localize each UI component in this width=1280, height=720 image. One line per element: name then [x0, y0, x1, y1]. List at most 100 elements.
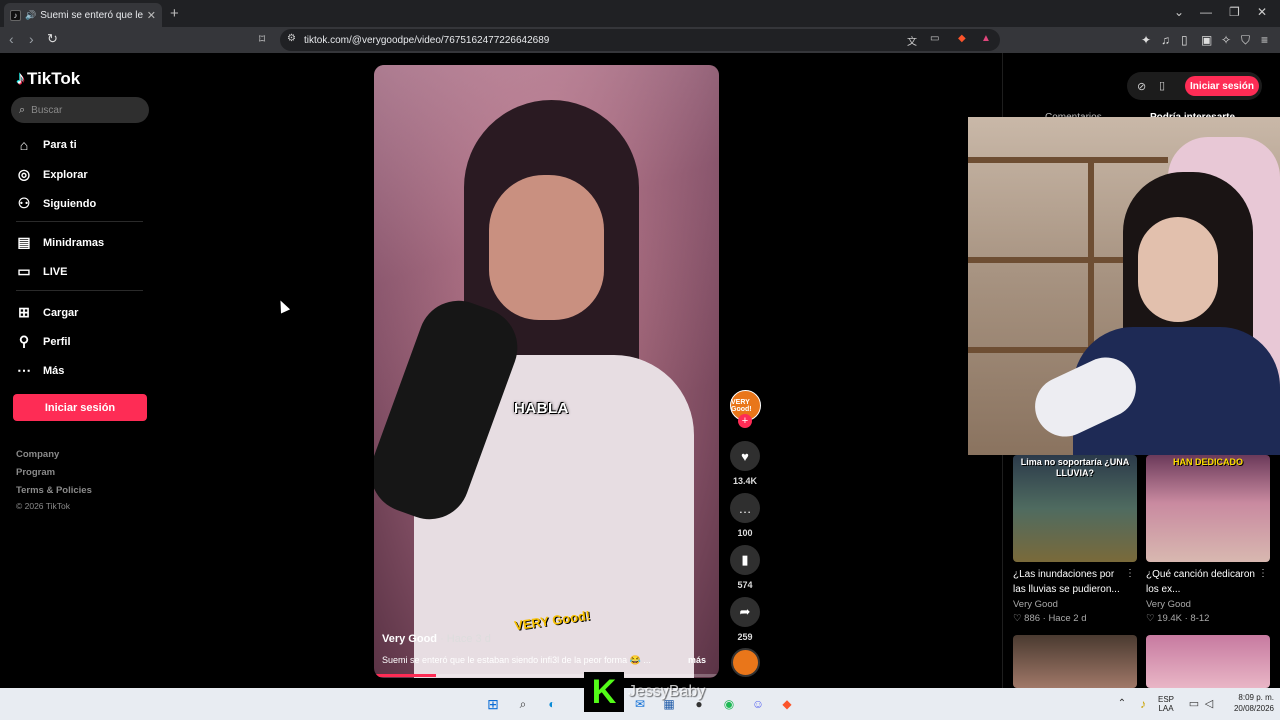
webcam-overlay [968, 117, 1280, 455]
speaker-icon[interactable]: 🔊 [25, 10, 36, 21]
streamer-name: JessyBaby [628, 683, 706, 700]
compass-icon: ◎ [17, 166, 31, 182]
footer-company-link[interactable]: Company [16, 449, 59, 460]
nav-perfil[interactable]: ⚲ Perfil [16, 333, 71, 350]
save-button[interactable]: ▮ 574 [729, 545, 761, 590]
search-icon: ⌕ [19, 103, 26, 116]
card-channel: Very Good [1146, 599, 1191, 610]
thumbnail-text: HAN DEDICADO [1172, 457, 1243, 467]
nav-label: LIVE [43, 265, 68, 278]
follow-plus-icon[interactable]: + [738, 414, 752, 428]
share-button[interactable]: ➦ 259 [729, 597, 761, 642]
share-icon: ➦ [730, 597, 760, 627]
nav-label: Explorar [43, 168, 88, 181]
bookmark-icon[interactable]: ⌑ [259, 32, 265, 46]
browser-toolbar: ‹ › ↻ ⌑ tiktok.com/@verygoodpe/video/767… [0, 27, 1280, 53]
nav-para-ti[interactable]: ⌂ Para ti [16, 137, 77, 153]
author-name: Very Good [382, 633, 438, 645]
edge-icon[interactable]: ◐ [544, 696, 560, 712]
share-count: 259 [737, 632, 753, 642]
nav-mas[interactable]: ⋯ Más [16, 362, 64, 379]
card-thumbnail: HAN DEDICADO [1146, 455, 1270, 562]
login-button[interactable]: Iniciar sesión [13, 394, 147, 421]
taskbar-search-icon[interactable]: ⌕ [515, 696, 531, 712]
comment-icon: … [730, 493, 760, 523]
tv-icon: ▭ [17, 263, 31, 279]
recommendation-card[interactable]: HAN DEDICADO ¿Qué canción dedicaron los … [1146, 455, 1270, 624]
video-player[interactable]: HABLA VERY Good! Very Good · Hace 3 d Su… [374, 65, 719, 678]
volume-icon[interactable]: ◁ [1201, 696, 1217, 712]
sidebar-icon[interactable]: ▯ [1181, 33, 1188, 47]
nav-live[interactable]: ▭ LIVE [16, 263, 67, 280]
nav-siguiendo[interactable]: ⚇ Siguiendo [16, 195, 96, 212]
site-settings-icon[interactable]: ⚙ [287, 33, 296, 44]
video-author[interactable]: Very Good · Hace 3 d [382, 633, 491, 645]
leo-icon[interactable]: ✧ [1221, 33, 1231, 47]
mic-tray-icon[interactable]: ♪ [1135, 696, 1151, 712]
footer-terms-link[interactable]: Terms & Policies [16, 485, 92, 496]
comment-button[interactable]: … 100 [729, 493, 761, 538]
card-thumbnail: Lima no soportaría ¿UNA LLUVIA? [1013, 455, 1137, 562]
translate-icon[interactable]: 文 [907, 33, 917, 48]
clock[interactable]: 8:09 p. m. 20/08/2026 [1222, 693, 1274, 713]
recommendation-card[interactable] [1146, 635, 1270, 688]
music-disc-icon[interactable] [731, 648, 760, 677]
discord-icon[interactable]: ☺ [750, 696, 766, 712]
save-count: 574 [737, 580, 753, 590]
spotify-icon[interactable]: ◉ [721, 696, 737, 712]
nav-minidramas[interactable]: ▤ Minidramas [16, 234, 104, 251]
nav-cargar[interactable]: ⊞ Cargar [16, 304, 78, 321]
cast-icon[interactable]: ▭ [930, 33, 939, 44]
phone-icon[interactable]: ▯ [1159, 79, 1165, 92]
explore-icon[interactable]: ⊘ [1137, 80, 1146, 93]
brave-icon[interactable]: ◆ [779, 696, 795, 712]
thumbnail-text: Lima no soportaría ¿UNA LLUVIA? [1020, 457, 1130, 478]
lang-bottom: LAA [1158, 704, 1174, 713]
nav-explorar[interactable]: ◎ Explorar [16, 166, 88, 183]
login-top-button[interactable]: Iniciar sesión [1185, 76, 1259, 96]
brave-shield-icon[interactable]: ◆ [958, 33, 966, 44]
network-icon[interactable]: ▭ [1186, 696, 1202, 712]
more-link[interactable]: más [688, 655, 706, 665]
nav-label: Para ti [43, 139, 77, 151]
video-subject-face [489, 175, 604, 320]
search-input[interactable]: ⌕ Buscar [11, 97, 149, 123]
media-icon[interactable]: ♫ [1161, 33, 1170, 47]
card-title: ¿Qué canción dedicaron los ex... [1146, 569, 1255, 595]
film-icon: ▤ [17, 234, 31, 250]
kebab-menu-icon[interactable]: ⋮ [1258, 568, 1268, 579]
windows-start-icon[interactable]: ⊞ [485, 696, 501, 712]
clock-date: 20/08/2026 [1233, 704, 1274, 713]
nav-label: Minidramas [43, 236, 105, 249]
minimize-icon[interactable]: — [1200, 5, 1212, 19]
language-indicator[interactable]: ESP LAA [1158, 695, 1174, 713]
recommendation-card[interactable]: Lima no soportaría ¿UNA LLUVIA? ¿Las inu… [1013, 455, 1137, 624]
browser-tab[interactable]: ♪ 🔊 Suemi se enteró que le estab ✕ [4, 3, 162, 27]
search-placeholder: Buscar [31, 104, 63, 116]
close-tab-icon[interactable]: ✕ [147, 9, 156, 22]
close-window-icon[interactable]: ✕ [1257, 5, 1267, 19]
like-button[interactable]: ♥ 13.4K [729, 441, 761, 486]
new-tab-icon[interactable]: + [170, 5, 179, 22]
address-bar[interactable]: tiktok.com/@verygoodpe/video/76751624772… [280, 29, 1000, 51]
video-progress-bar[interactable] [374, 674, 719, 677]
tab-list-icon[interactable]: ⌄ [1174, 5, 1184, 19]
kick-logo-icon: K [584, 672, 624, 712]
back-icon[interactable]: ‹ [9, 31, 14, 47]
tiktok-logo[interactable]: ♪ TikTok [16, 68, 80, 89]
wallet-icon[interactable]: ▣ [1201, 33, 1212, 47]
tray-chevron-icon[interactable]: ⌃ [1114, 696, 1130, 712]
extensions-icon[interactable]: ✦ [1141, 33, 1151, 47]
brave-rewards-icon[interactable]: ▲ [981, 33, 991, 44]
kebab-menu-icon[interactable]: ⋮ [1125, 568, 1135, 579]
footer-program-link[interactable]: Program [16, 467, 55, 478]
shelf [968, 157, 1168, 163]
restore-icon[interactable]: ❐ [1229, 5, 1240, 19]
nav-label: Siguiendo [43, 197, 97, 210]
forward-icon[interactable]: › [29, 31, 34, 47]
reload-icon[interactable]: ↻ [47, 31, 58, 47]
menu-icon[interactable]: ≡ [1261, 33, 1268, 47]
vpn-icon[interactable]: ⛉ [1241, 33, 1250, 48]
card-thumbnail [1013, 635, 1137, 688]
recommendation-card[interactable] [1013, 635, 1137, 688]
